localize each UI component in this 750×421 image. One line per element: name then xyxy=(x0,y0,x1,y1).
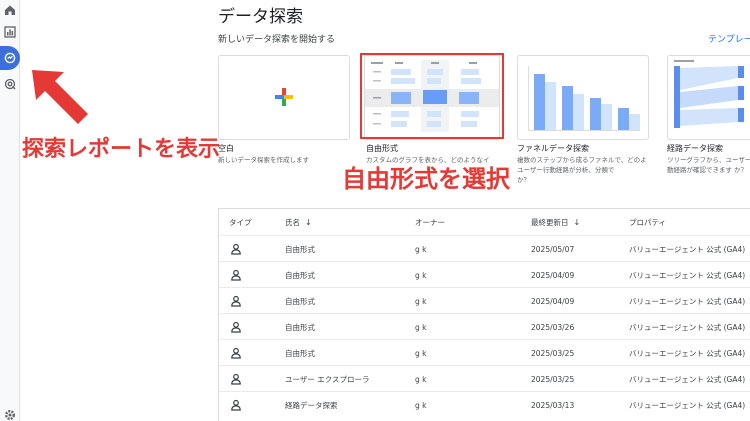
row-owner: g k xyxy=(415,348,427,358)
row-name[interactable]: 経路データ探索 xyxy=(285,392,338,418)
path-card-title: 経路データ探索 xyxy=(667,144,723,153)
explorations-table: タイプ 氏名 ↓ オーナー 最終更新日 ↓ プロパティ 自由形式 g k 2025/… xyxy=(218,208,750,421)
person-icon xyxy=(231,321,241,333)
path-exploration-card[interactable] xyxy=(667,55,750,140)
funnel-thumbnail xyxy=(528,66,640,131)
funnel-card-title: ファネルデータ探索 xyxy=(517,144,589,153)
blank-exploration-card[interactable] xyxy=(218,55,350,140)
row-property: バリューエージェント 公式 (GA4) xyxy=(629,296,746,306)
col-header-name[interactable]: 氏名 ↓ xyxy=(285,209,312,235)
person-icon xyxy=(231,269,241,281)
blank-card-title: 空白 xyxy=(218,144,234,153)
advertising-icon[interactable] xyxy=(0,74,20,94)
col-header-updated-label: 最終更新日 xyxy=(531,217,569,227)
row-name[interactable]: 自由形式 xyxy=(285,262,315,288)
free-form-card-title: 自由形式 xyxy=(366,144,398,153)
annotation-view-exploration: 探索レポートを表示 xyxy=(22,137,221,162)
row-updated: 2025/03/26 xyxy=(531,322,575,332)
table-row[interactable]: 自由形式 g k 2025/04/09 バリューエージェント 公式 (GA4) xyxy=(219,287,750,313)
sort-arrow-down-icon[interactable]: ↓ xyxy=(305,218,312,227)
plus-icon xyxy=(275,88,293,106)
row-updated: 2025/03/25 xyxy=(531,348,575,358)
table-row[interactable]: 自由形式 g k 2025/03/26 バリューエージェント 公式 (GA4) xyxy=(219,313,750,339)
table-row[interactable]: 自由形式 g k 2025/05/07 バリューエージェント 公式 (GA4) xyxy=(219,235,750,261)
table-row[interactable]: 経路データ探索 g k 2025/03/13 バリューエージェント 公式 (GA4) xyxy=(219,391,750,417)
annotation-arrow xyxy=(32,70,88,124)
col-header-type: タイプ xyxy=(229,217,252,227)
row-updated: 2025/03/25 xyxy=(531,374,575,384)
path-card-desc-line1: ツリーグラフから、ユーザー xyxy=(667,156,750,164)
row-name[interactable]: 自由形式 xyxy=(285,288,315,314)
table-row[interactable]: ユーザー エクスプローラ g k 2025/03/25 バリューエージェント 公式 (… xyxy=(219,365,750,391)
col-header-updated[interactable]: 最終更新日 ↓ xyxy=(531,209,580,235)
home-icon[interactable] xyxy=(0,0,20,20)
row-name[interactable]: 自由形式 xyxy=(285,314,315,340)
row-property: バリューエージェント 公式 (GA4) xyxy=(629,400,746,410)
row-owner: g k xyxy=(415,322,427,332)
sort-arrow-down-icon[interactable]: ↓ xyxy=(574,218,581,227)
table-row[interactable]: 自由形式 g k 2025/04/09 バリューエージェント 公式 (GA4) xyxy=(219,261,750,287)
table-row[interactable]: 自由形式 g k 2025/03/25 バリューエージェント 公式 (GA4) xyxy=(219,339,750,365)
col-header-name-label: 氏名 xyxy=(285,217,300,227)
row-owner: g k xyxy=(415,400,427,410)
row-property: バリューエージェント 公式 (GA4) xyxy=(629,322,746,332)
row-property: バリューエージェント 公式 (GA4) xyxy=(629,244,746,254)
funnel-exploration-card[interactable] xyxy=(517,55,649,140)
row-property: バリューエージェント 公式 (GA4) xyxy=(629,270,746,280)
row-owner: g k xyxy=(415,244,427,254)
path-card-desc-line2: 動経路が確認できます か？ xyxy=(667,166,748,174)
free-form-highlight-box xyxy=(360,53,504,139)
row-owner: g k xyxy=(415,270,427,280)
left-nav-rail xyxy=(0,0,20,421)
funnel-card-desc-line1: 複数のステップから成るファネルで、どのよ xyxy=(517,156,647,164)
person-icon xyxy=(231,399,241,411)
row-property: バリューエージェント 公式 (GA4) xyxy=(629,348,746,358)
person-icon xyxy=(231,347,241,359)
settings-icon[interactable] xyxy=(0,405,20,421)
annotation-select-free-form: 自由形式を選択 xyxy=(342,165,510,193)
blank-card-desc: 新しいデータ探索を作成します xyxy=(218,156,309,164)
row-name[interactable]: 自由形式 xyxy=(285,236,315,262)
person-icon xyxy=(231,295,241,307)
row-owner: g k xyxy=(415,296,427,306)
explore-icon[interactable] xyxy=(0,48,20,68)
col-header-property: プロパティ xyxy=(629,217,667,227)
person-icon xyxy=(231,373,241,385)
row-owner: g k xyxy=(415,374,427,384)
funnel-card-desc-line2: ユーザー行動経路が分析、分類で xyxy=(517,166,615,174)
row-updated: 2025/05/07 xyxy=(531,244,575,254)
row-updated: 2025/04/09 xyxy=(531,270,575,280)
reports-icon[interactable] xyxy=(0,22,20,42)
start-new-exploration-heading: 新しいデータ探索を開始する xyxy=(218,35,336,45)
row-updated: 2025/04/09 xyxy=(531,296,575,306)
row-updated: 2025/03/13 xyxy=(531,400,575,410)
col-header-owner: オーナー xyxy=(415,217,445,227)
row-name[interactable]: 自由形式 xyxy=(285,340,315,366)
row-property: バリューエージェント 公式 (GA4) xyxy=(629,374,746,384)
funnel-card-desc-line3: か？ xyxy=(517,176,530,184)
row-name[interactable]: ユーザー エクスプローラ xyxy=(285,366,370,392)
person-icon xyxy=(231,243,241,255)
template-gallery-link[interactable]: テンプレー xyxy=(708,32,750,45)
path-thumbnail xyxy=(674,60,744,128)
page-title: データ探索 xyxy=(218,7,303,27)
